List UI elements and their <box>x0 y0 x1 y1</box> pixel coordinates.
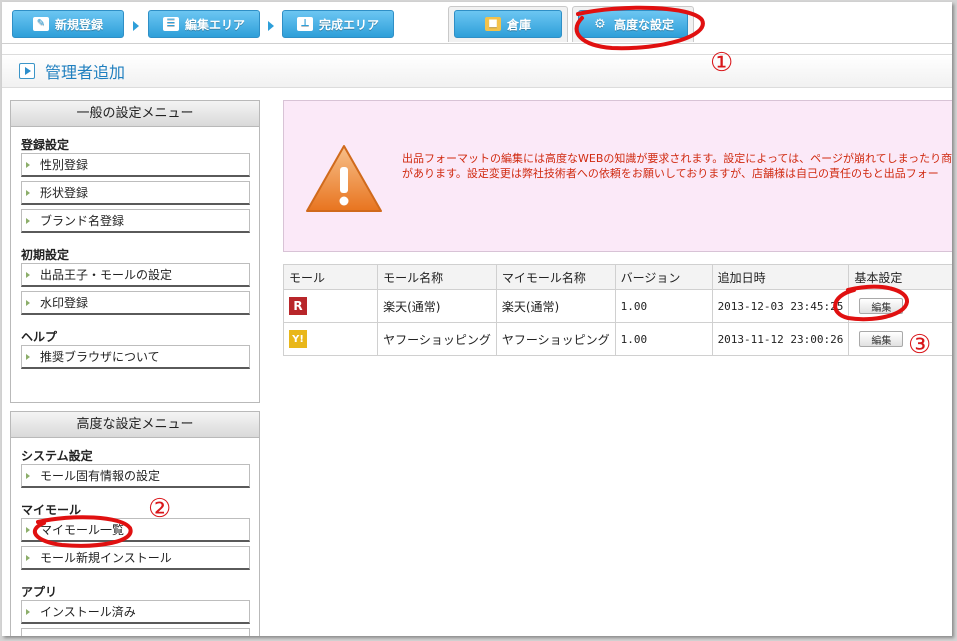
menu-item-label: 形状登録 <box>40 186 89 200</box>
tree-icon: ⊥ <box>296 17 313 31</box>
tab-complete-area[interactable]: ⊥ 完成エリア <box>282 10 394 38</box>
section-title: 初期設定 <box>21 248 70 262</box>
warning-text: 出品フォーマットの編集には高度なWEBの知識が要求されます。設定によっては、ペー… <box>402 151 952 181</box>
mall-logo-cell: Y! <box>282 322 379 356</box>
triangle-right-icon <box>26 217 30 224</box>
mall-name-cell: 楽天(通常) <box>377 289 497 323</box>
triangle-right-icon <box>26 161 30 168</box>
menu-item-truncated[interactable] <box>21 628 250 636</box>
tab-label: 新規登録 <box>54 17 103 32</box>
column-header: マイモール名称 <box>495 264 616 290</box>
section-title: アプリ <box>21 585 58 599</box>
version-cell: 1.00 <box>614 289 713 323</box>
menu-item-mall-info[interactable]: モール固有情報の設定 <box>21 464 250 488</box>
triangle-right-icon <box>26 271 30 278</box>
mall-logo-cell: R <box>282 289 379 323</box>
table-row: Y! ヤフーショッピング ヤフーショッピング 1.00 2013-11-12 2… <box>282 322 952 356</box>
my-mall-table: モール モール名称 マイモール名称 バージョン 追加日時 基本設定 R 楽天(通… <box>282 264 952 356</box>
rakuten-logo-icon: R <box>289 297 307 315</box>
advanced-settings-menu: 高度な設定メニュー システム設定 モール固有情報の設定 マイモール マイモール一… <box>10 411 260 636</box>
triangle-right-icon <box>26 472 30 479</box>
list-icon: ☰ <box>162 17 179 31</box>
gear-icon: ⚙ <box>594 16 606 32</box>
column-header: バージョン <box>614 264 713 290</box>
added-date-cell: 2013-12-03 23:45:25 <box>711 289 850 323</box>
table-header-row: モール モール名称 マイモール名称 バージョン 追加日時 基本設定 <box>282 264 952 290</box>
menu-title: 一般の設定メニュー <box>11 101 259 127</box>
my-mall-name-cell: 楽天(通常) <box>495 289 616 323</box>
triangle-right-icon <box>26 526 30 533</box>
annotation-number-3: ③ <box>908 330 932 360</box>
edit-icon: ✎ <box>32 17 49 31</box>
arrow-right-icon <box>133 21 139 31</box>
page-title: 管理者追加 <box>45 63 126 82</box>
section-title: ヘルプ <box>21 330 58 344</box>
settings-cell: 編集 <box>848 322 952 356</box>
warning-line: 出品フォーマットの編集には高度なWEBの知識が要求されます。設定によっては、ペー… <box>402 152 952 165</box>
warning-triangle-icon <box>306 145 382 212</box>
menu-item-gender[interactable]: 性別登録 <box>21 153 250 177</box>
warning-box: 出品フォーマットの編集には高度なWEBの知識が要求されます。設定によっては、ペー… <box>283 100 952 252</box>
top-tab-bar: ✎ 新規登録 ☰ 編集エリア ⊥ 完成エリア ■ 倉庫 ⚙ 高度な設定 <box>2 2 952 44</box>
yahoo-logo-icon: Y! <box>289 330 307 348</box>
box-icon: ■ <box>484 17 501 31</box>
menu-item-label: ブランド名登録 <box>40 214 125 228</box>
tab-new-registration[interactable]: ✎ 新規登録 <box>12 10 124 38</box>
menu-item-mall-settings[interactable]: 出品王子・モールの設定 <box>21 263 250 287</box>
tab-label: 完成エリア <box>318 17 379 32</box>
column-header: 追加日時 <box>711 264 850 290</box>
column-header: モール名称 <box>377 264 497 290</box>
column-header: 基本設定 <box>848 264 952 290</box>
menu-title: 高度な設定メニュー <box>11 412 259 438</box>
column-header: モール <box>282 264 379 290</box>
warning-line: があります。設定変更は弊社技術者への依頼をお願いしておりますが、店舗様は自己の責… <box>402 167 939 180</box>
menu-item-label: 性別登録 <box>40 158 89 172</box>
table-row: R 楽天(通常) 楽天(通常) 1.00 2013-12-03 23:45:25… <box>282 289 952 323</box>
section-title: 登録設定 <box>21 138 70 152</box>
tab-advanced-settings[interactable]: ⚙ 高度な設定 <box>578 10 688 38</box>
menu-item-watermark[interactable]: 水印登録 <box>21 291 250 315</box>
triangle-right-icon <box>26 353 30 360</box>
menu-item-installed[interactable]: インストール済み <box>21 600 250 624</box>
section-title: システム設定 <box>21 449 93 463</box>
tab-label: 倉庫 <box>506 17 531 32</box>
triangle-right-icon <box>26 299 30 306</box>
settings-cell: 編集 <box>848 289 952 323</box>
triangle-right-icon <box>26 608 30 615</box>
page-header: 管理者追加 <box>2 54 952 88</box>
annotation-number-2: ② <box>148 494 172 524</box>
menu-item-label: 水印登録 <box>40 296 89 310</box>
tab-warehouse[interactable]: ■ 倉庫 <box>454 10 562 38</box>
menu-item-label: 推奨ブラウザについて <box>40 350 160 364</box>
my-mall-name-cell: ヤフーショッピング <box>495 322 616 356</box>
general-settings-menu: 一般の設定メニュー 登録設定 性別登録 形状登録 ブランド名登録 初期設定 出品… <box>10 100 260 403</box>
added-date-cell: 2013-11-12 23:00:26 <box>711 322 850 356</box>
section-title: マイモール <box>21 503 82 517</box>
edit-button[interactable]: 編集 <box>859 331 904 347</box>
menu-item-label: インストール済み <box>40 605 136 619</box>
menu-item-label: モール新規インストール <box>40 551 172 565</box>
play-icon <box>19 63 35 79</box>
menu-item-label: モール固有情報の設定 <box>40 469 161 483</box>
arrow-right-icon <box>268 21 274 31</box>
menu-item-label: 出品王子・モールの設定 <box>40 268 173 282</box>
app-frame: ✎ 新規登録 ☰ 編集エリア ⊥ 完成エリア ■ 倉庫 ⚙ 高度な設定 管理者追… <box>2 2 952 636</box>
menu-item-label: マイモール一覧 <box>40 523 125 537</box>
annotation-number-1: ① <box>710 48 734 78</box>
edit-button[interactable]: 編集 <box>859 298 904 314</box>
tab-edit-area[interactable]: ☰ 編集エリア <box>148 10 260 38</box>
tab-label: 高度な設定 <box>613 17 674 32</box>
menu-item-brand[interactable]: ブランド名登録 <box>21 209 250 233</box>
tab-label: 編集エリア <box>184 17 245 32</box>
triangle-right-icon <box>26 189 30 196</box>
menu-item-my-mall-list[interactable]: マイモール一覧 <box>21 518 250 542</box>
mall-name-cell: ヤフーショッピング <box>377 322 497 356</box>
menu-item-mall-install[interactable]: モール新規インストール <box>21 546 250 570</box>
menu-item-shape[interactable]: 形状登録 <box>21 181 250 205</box>
version-cell: 1.00 <box>614 322 713 356</box>
menu-item-browser[interactable]: 推奨ブラウザについて <box>21 345 250 369</box>
triangle-right-icon <box>26 554 30 561</box>
